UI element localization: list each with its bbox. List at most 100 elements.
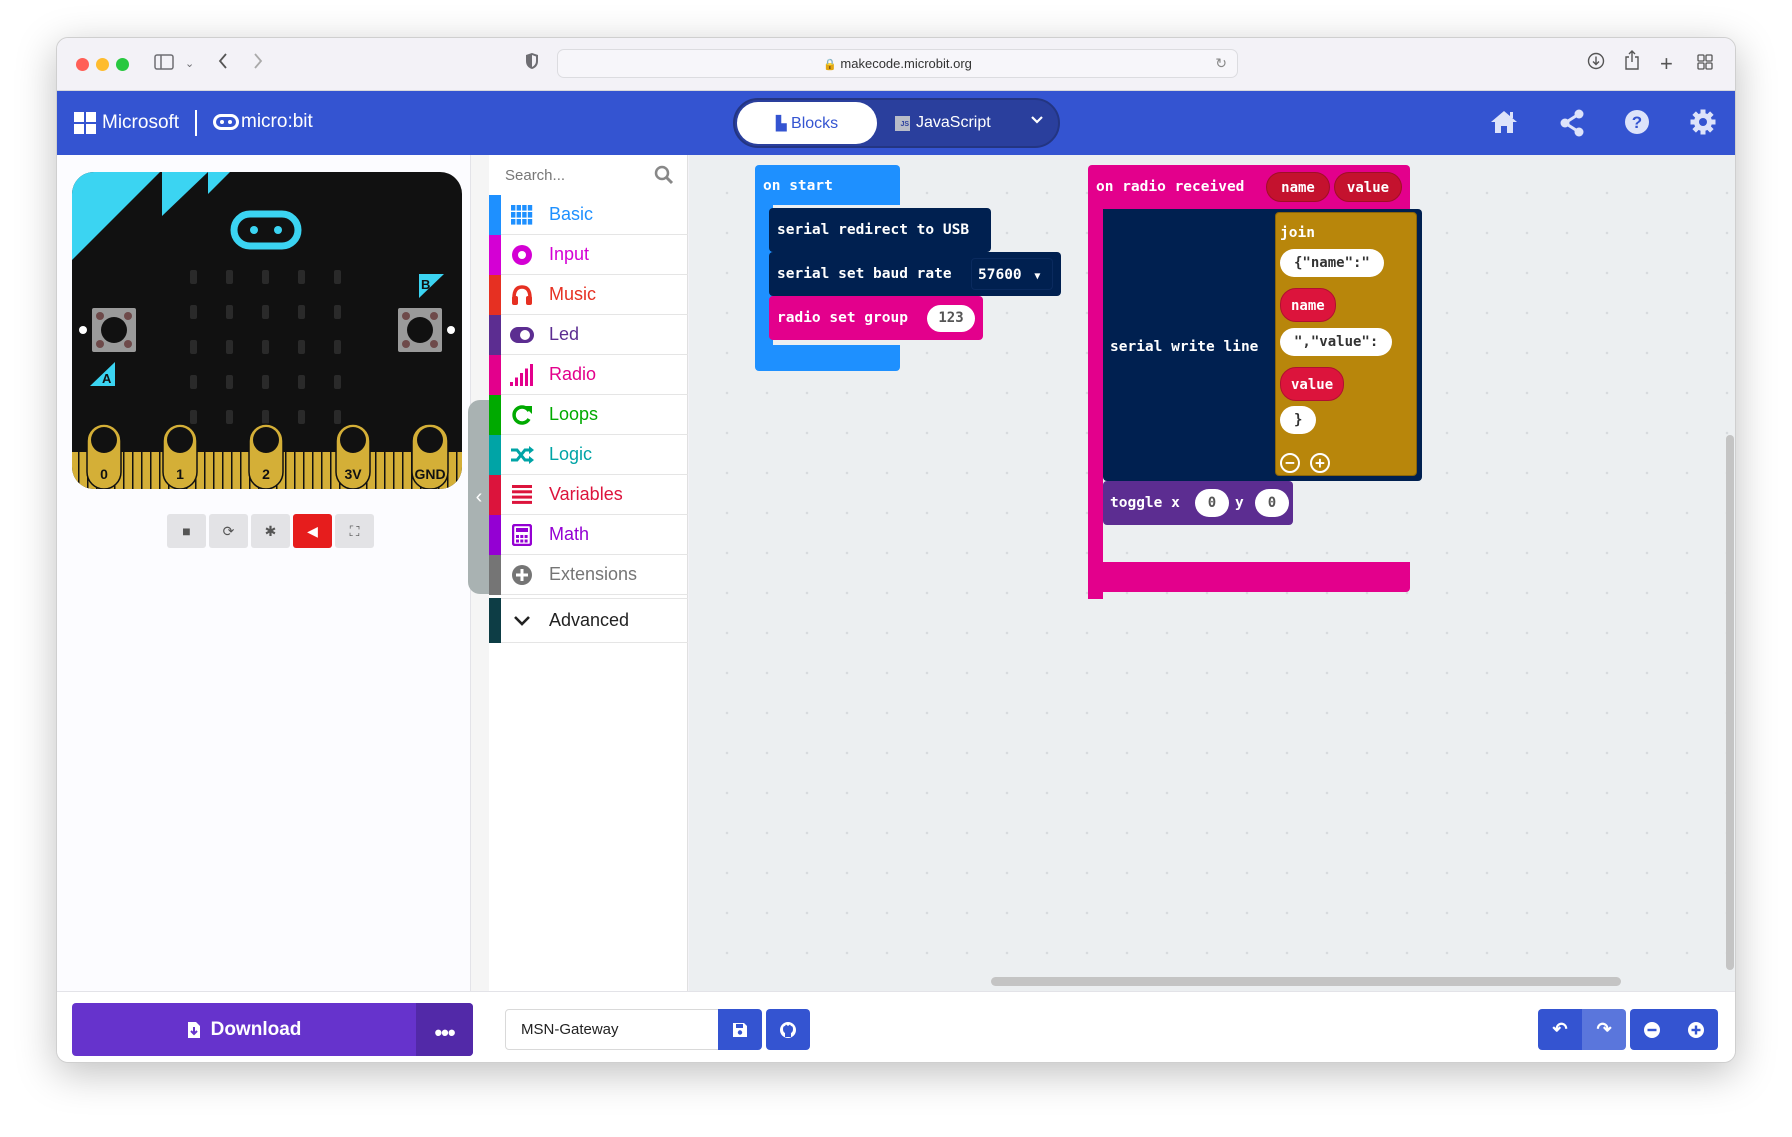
toolbox-category-led[interactable]: Led bbox=[489, 314, 688, 355]
button-b[interactable] bbox=[398, 308, 442, 352]
category-label: Input bbox=[549, 244, 590, 264]
more-options-button[interactable]: ••• bbox=[416, 1003, 473, 1056]
on-radio-received-block[interactable]: on radio received name value bbox=[1088, 165, 1410, 209]
tab-blocks[interactable]: ▙ Blocks bbox=[737, 102, 877, 144]
settings-icon[interactable] bbox=[1690, 109, 1718, 137]
collapse-simulator-button[interactable]: ‹ bbox=[468, 400, 490, 594]
close-window-button[interactable] bbox=[76, 58, 89, 71]
reload-icon[interactable]: ↻ bbox=[1215, 50, 1227, 77]
share-icon[interactable] bbox=[1559, 109, 1587, 137]
param-value[interactable]: value bbox=[1334, 172, 1402, 202]
led bbox=[334, 340, 341, 354]
toolbox-category-radio[interactable]: Radio bbox=[489, 354, 688, 395]
category-label: Logic bbox=[549, 444, 593, 464]
remove-item-icon[interactable]: − bbox=[1280, 453, 1300, 473]
pin-gnd[interactable]: GND bbox=[411, 423, 449, 489]
redo-button[interactable]: ↷ bbox=[1582, 1009, 1626, 1050]
address-bar[interactable]: 🔒 makecode.microbit.org ↻ bbox=[557, 49, 1238, 78]
toolbox-category-music[interactable]: Music bbox=[489, 274, 688, 315]
category-label: Math bbox=[549, 524, 590, 544]
toggle-block[interactable]: toggle x 0 y 0 bbox=[1103, 481, 1293, 525]
downloads-icon[interactable] bbox=[1587, 52, 1605, 76]
home-icon[interactable] bbox=[1490, 109, 1518, 137]
debug-button[interactable]: ✱ bbox=[251, 514, 290, 548]
led bbox=[334, 270, 341, 284]
microbit-simulator[interactable]: A B 0 1 2 3V GND bbox=[72, 172, 462, 489]
help-icon[interactable]: ? bbox=[1624, 109, 1652, 137]
join-block[interactable]: join {"name":" name ","value": value} − + bbox=[1275, 212, 1417, 476]
serial-write-line-block[interactable]: serial write line join {"name":" name ","v… bbox=[1103, 209, 1422, 481]
toggle-y-input[interactable]: 0 bbox=[1255, 489, 1289, 517]
on-start-block[interactable]: on start bbox=[755, 165, 900, 205]
join-string-input[interactable]: {"name":" bbox=[1280, 249, 1384, 277]
toolbox-category-loops[interactable]: Loops bbox=[489, 394, 688, 435]
puzzle-icon: ▙ bbox=[775, 115, 787, 131]
microbit-logo-touch[interactable] bbox=[230, 210, 302, 250]
button-a[interactable] bbox=[92, 308, 136, 352]
radio-group-input[interactable]: 123 bbox=[927, 305, 975, 332]
radio-set-group-block[interactable]: radio set group 123 bbox=[769, 296, 983, 340]
shield-icon[interactable] bbox=[525, 52, 539, 76]
pin-label: 0 bbox=[100, 466, 108, 482]
led bbox=[298, 270, 305, 284]
add-item-icon[interactable]: + bbox=[1310, 453, 1330, 473]
param-name[interactable]: name bbox=[1266, 172, 1330, 202]
new-tab-icon[interactable]: + bbox=[1660, 52, 1673, 76]
join-variable-name[interactable]: name bbox=[1280, 288, 1336, 322]
github-button[interactable] bbox=[766, 1009, 810, 1050]
join-string-input[interactable]: ","value": bbox=[1280, 328, 1393, 356]
back-icon[interactable] bbox=[217, 52, 229, 76]
serial-baud-block[interactable]: serial set baud rate 57600 ▼ bbox=[769, 252, 1061, 296]
baud-rate-dropdown[interactable]: 57600 ▼ bbox=[971, 258, 1053, 290]
toolbox-category-variables[interactable]: Variables bbox=[489, 474, 688, 515]
restart-button[interactable]: ⟳ bbox=[209, 514, 248, 548]
pin-1[interactable]: 1 bbox=[162, 423, 198, 489]
join-string-input[interactable]: } bbox=[1280, 406, 1317, 434]
tab-overview-icon[interactable] bbox=[1697, 52, 1713, 76]
toolbox-category-basic[interactable]: Basic bbox=[489, 194, 688, 235]
pin-3v[interactable]: 3V bbox=[335, 423, 371, 489]
serial-redirect-block[interactable]: serial redirect to USB bbox=[769, 208, 991, 252]
project-name-input[interactable]: MSN-Gateway bbox=[505, 1009, 719, 1050]
join-variable-value[interactable]: value bbox=[1280, 367, 1345, 401]
share-page-icon[interactable] bbox=[1624, 50, 1640, 76]
minimize-window-button[interactable] bbox=[96, 58, 109, 71]
forward-icon[interactable] bbox=[252, 52, 264, 76]
fullscreen-button[interactable]: ⛶ bbox=[335, 514, 374, 548]
toolbox-category-logic[interactable]: Logic bbox=[489, 434, 688, 475]
microsoft-logo[interactable]: Microsoft bbox=[74, 112, 179, 134]
toolbox-category-advanced[interactable]: Advanced bbox=[489, 598, 688, 643]
chevron-down-icon[interactable] bbox=[1030, 112, 1044, 130]
pin-0[interactable]: 0 bbox=[86, 423, 122, 489]
download-file-icon bbox=[187, 1021, 200, 1038]
indicator-dot bbox=[447, 326, 455, 334]
toolbox-category-extensions[interactable]: Extensions bbox=[489, 554, 688, 595]
chevron-down-icon[interactable]: ⌄ bbox=[185, 52, 194, 76]
microbit-logo[interactable]: micro:bit bbox=[213, 111, 313, 133]
vertical-scrollbar[interactable] bbox=[1726, 435, 1734, 970]
download-button[interactable]: Download bbox=[72, 1003, 416, 1056]
horizontal-scrollbar[interactable] bbox=[991, 977, 1621, 986]
maximize-window-button[interactable] bbox=[116, 58, 129, 71]
search-icon[interactable] bbox=[654, 165, 674, 185]
tab-javascript[interactable]: JS JavaScript bbox=[895, 102, 991, 144]
toolbox-category-math[interactable]: Math bbox=[489, 514, 688, 555]
mute-button[interactable]: ◀ bbox=[293, 514, 332, 548]
browser-titlebar: ⌄ 🔒 makecode.microbit.org ↻ + bbox=[57, 38, 1735, 91]
save-button[interactable] bbox=[718, 1009, 762, 1050]
pin-label: 2 bbox=[262, 466, 270, 482]
led bbox=[262, 340, 269, 354]
led bbox=[334, 305, 341, 319]
microbit-label: micro:bit bbox=[241, 111, 313, 132]
toolbox-search-input[interactable]: Search... bbox=[489, 155, 688, 195]
undo-button[interactable]: ↶ bbox=[1538, 1009, 1582, 1050]
toggle-x-input[interactable]: 0 bbox=[1195, 489, 1229, 517]
toolbox-category-input[interactable]: Input bbox=[489, 234, 688, 275]
sidebar-toggle-icon[interactable] bbox=[154, 52, 174, 76]
zoom-in-button[interactable] bbox=[1674, 1009, 1718, 1050]
category-label: Basic bbox=[549, 204, 594, 224]
stop-button[interactable]: ■ bbox=[167, 514, 206, 548]
zoom-out-button[interactable] bbox=[1630, 1009, 1674, 1050]
blocks-workspace[interactable]: on start serial redirect to USB serial s… bbox=[689, 155, 1735, 991]
pin-2[interactable]: 2 bbox=[248, 423, 284, 489]
